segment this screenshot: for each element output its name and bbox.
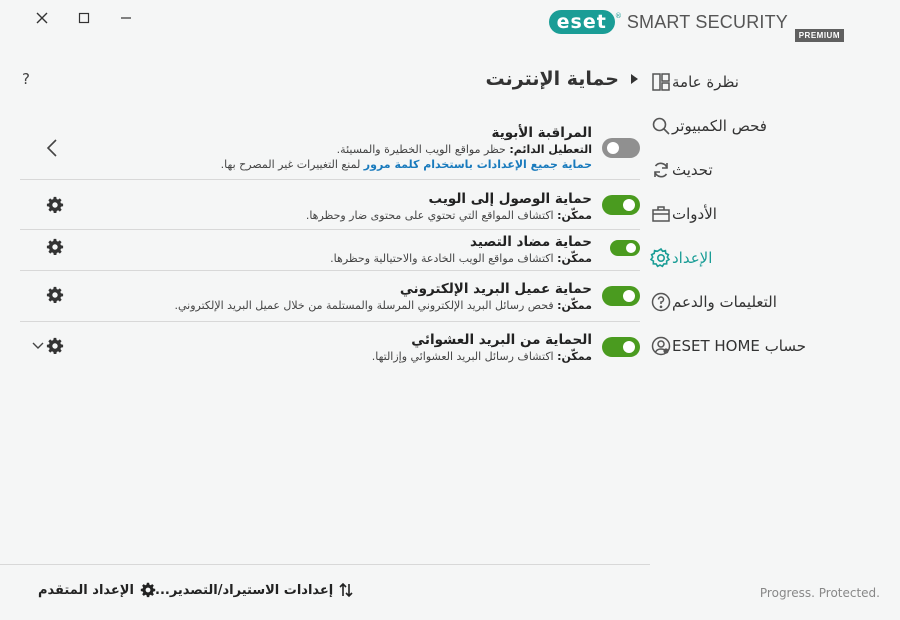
status-label: ممكّن:	[557, 299, 592, 312]
brand: eset ® SMART SECURITY PREMIUM	[548, 10, 844, 42]
minimize-icon[interactable]	[116, 8, 136, 28]
sidebar-item-label: فحص الكمبيوتر	[672, 117, 767, 135]
status-desc: اكتشاف المواقع التي تحتوي على محتوى ضار …	[305, 209, 558, 222]
sidebar-item-label: الأدوات	[672, 205, 717, 223]
gear-icon[interactable]	[46, 286, 64, 304]
help-button[interactable]: ?	[22, 70, 30, 88]
module-web-access: حماية الوصول إلى الويب ممكّن: اكتشاف الم…	[20, 180, 640, 230]
sidebar: نظرة عامة فحص الكمبيوتر تحديث الأدوات ال…	[650, 60, 900, 368]
module-title: حماية عميل البريد الإلكتروني	[399, 281, 592, 297]
gear-icon	[140, 582, 156, 598]
module-title: المراقبة الأبوية	[491, 125, 592, 141]
sidebar-item-update[interactable]: تحديث	[650, 148, 900, 192]
chevron-down-icon[interactable]	[32, 342, 44, 350]
account-icon	[650, 335, 672, 357]
collapse-arrow-icon[interactable]	[631, 74, 638, 84]
toggle-parental-control[interactable]	[602, 138, 640, 158]
module-email-client: حماية عميل البريد الإلكتروني ممكّن: فحص …	[20, 271, 640, 322]
module-anti-phishing: حماية مضاد التصيد ممكّن: اكتشاف مواقع ال…	[20, 230, 640, 271]
gear-icon	[650, 247, 672, 269]
gear-icon[interactable]	[46, 196, 64, 214]
status-desc: اكتشاف رسائل البريد العشوائي وإزالتها.	[371, 350, 558, 363]
brand-name: SMART SECURITY	[626, 11, 788, 32]
sidebar-item-label: التعليمات والدعم	[672, 293, 777, 311]
import-export-label: إعدادات الاستيراد/التصدير...	[155, 582, 334, 598]
close-icon[interactable]	[32, 8, 52, 28]
link-suffix: لمنع التغييرات غير المصرح بها.	[220, 158, 364, 171]
toolbox-icon	[650, 203, 672, 225]
status-label: ممكّن:	[557, 209, 592, 222]
gear-icon[interactable]	[46, 337, 64, 355]
edition-badge: PREMIUM	[794, 29, 844, 42]
advanced-setup-label: الإعداد المتقدم	[38, 582, 134, 598]
sidebar-item-label: نظرة عامة	[672, 73, 739, 91]
import-export-button[interactable]: إعدادات الاستيراد/التصدير...	[155, 582, 353, 598]
toggle-web-access[interactable]	[602, 195, 640, 215]
eset-logo: eset ®	[548, 10, 622, 34]
refresh-icon	[650, 159, 672, 181]
module-title: حماية الوصول إلى الويب	[428, 191, 592, 207]
status-desc: فحص رسائل البريد الإلكتروني المرسلة والم…	[174, 299, 558, 312]
status-desc: حظر مواقع الويب الخطيرة والمسيئة.	[336, 143, 510, 156]
sidebar-item-scan[interactable]: فحص الكمبيوتر	[650, 104, 900, 148]
help-icon	[650, 291, 672, 313]
page-header: حماية الإنترنت	[486, 68, 638, 90]
module-title: الحماية من البريد العشوائي	[411, 332, 592, 348]
overview-icon	[650, 71, 672, 93]
sidebar-item-overview[interactable]: نظرة عامة	[650, 60, 900, 104]
sidebar-item-label: حساب ESET HOME	[672, 337, 807, 355]
password-protect-link[interactable]: حماية جميع الإعدادات باستخدام كلمة مرور	[364, 158, 592, 171]
toggle-anti-phishing[interactable]	[610, 240, 640, 256]
gear-icon[interactable]	[46, 238, 64, 256]
module-title: حماية مضاد التصيد	[470, 234, 592, 250]
status-label: ممكّن:	[557, 350, 592, 363]
sidebar-item-account[interactable]: حساب ESET HOME	[650, 324, 900, 368]
search-icon	[650, 115, 672, 137]
footer-divider	[0, 564, 650, 565]
sidebar-item-label: الإعداد	[672, 249, 713, 267]
status-label: التعطيل الدائم:	[509, 143, 592, 156]
module-parental-control: المراقبة الأبوية التعطيل الدائم: حظر موا…	[20, 118, 640, 180]
toggle-email-client[interactable]	[602, 286, 640, 306]
toggle-antispam[interactable]	[602, 337, 640, 357]
tagline: Progress. Protected.	[759, 586, 880, 600]
import-export-icon	[339, 582, 353, 598]
sidebar-item-tools[interactable]: الأدوات	[650, 192, 900, 236]
sidebar-item-help[interactable]: التعليمات والدعم	[650, 280, 900, 324]
sidebar-item-label: تحديث	[672, 161, 713, 179]
maximize-icon[interactable]	[74, 8, 94, 28]
advanced-setup-button[interactable]: الإعداد المتقدم	[38, 582, 156, 598]
status-desc: اكتشاف مواقع الويب الخادعة والاحتيالية و…	[330, 252, 558, 265]
module-antispam: الحماية من البريد العشوائي ممكّن: اكتشاف…	[20, 322, 640, 372]
status-label: ممكّن:	[557, 252, 592, 265]
page-title: حماية الإنترنت	[485, 68, 619, 90]
sidebar-item-setup[interactable]: الإعداد	[650, 236, 900, 280]
chevron-left-icon[interactable]	[46, 138, 58, 158]
